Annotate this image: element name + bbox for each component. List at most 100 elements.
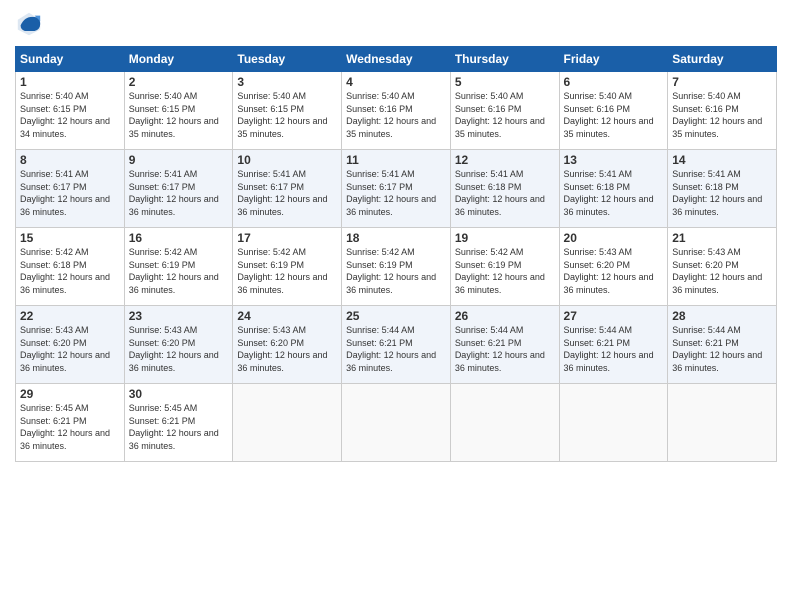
calendar-header-row: SundayMondayTuesdayWednesdayThursdayFrid…	[16, 47, 777, 72]
calendar-week-row: 8Sunrise: 5:41 AMSunset: 6:17 PMDaylight…	[16, 150, 777, 228]
day-number: 13	[564, 153, 664, 167]
day-info: Sunrise: 5:40 AMSunset: 6:15 PMDaylight:…	[129, 90, 229, 140]
calendar-cell: 11Sunrise: 5:41 AMSunset: 6:17 PMDayligh…	[342, 150, 451, 228]
calendar-cell: 12Sunrise: 5:41 AMSunset: 6:18 PMDayligh…	[450, 150, 559, 228]
day-info: Sunrise: 5:41 AMSunset: 6:17 PMDaylight:…	[20, 168, 120, 218]
logo	[15, 10, 47, 38]
header	[15, 10, 777, 38]
calendar-cell: 4Sunrise: 5:40 AMSunset: 6:16 PMDaylight…	[342, 72, 451, 150]
calendar-cell: 5Sunrise: 5:40 AMSunset: 6:16 PMDaylight…	[450, 72, 559, 150]
day-number: 14	[672, 153, 772, 167]
day-number: 27	[564, 309, 664, 323]
day-info: Sunrise: 5:42 AMSunset: 6:19 PMDaylight:…	[237, 246, 337, 296]
calendar-cell: 30Sunrise: 5:45 AMSunset: 6:21 PMDayligh…	[124, 384, 233, 462]
day-info: Sunrise: 5:41 AMSunset: 6:18 PMDaylight:…	[672, 168, 772, 218]
day-number: 3	[237, 75, 337, 89]
day-number: 8	[20, 153, 120, 167]
day-info: Sunrise: 5:40 AMSunset: 6:16 PMDaylight:…	[346, 90, 446, 140]
day-number: 20	[564, 231, 664, 245]
day-info: Sunrise: 5:40 AMSunset: 6:15 PMDaylight:…	[20, 90, 120, 140]
day-info: Sunrise: 5:42 AMSunset: 6:19 PMDaylight:…	[455, 246, 555, 296]
day-info: Sunrise: 5:43 AMSunset: 6:20 PMDaylight:…	[129, 324, 229, 374]
calendar-cell	[559, 384, 668, 462]
day-number: 16	[129, 231, 229, 245]
calendar-cell: 9Sunrise: 5:41 AMSunset: 6:17 PMDaylight…	[124, 150, 233, 228]
day-number: 4	[346, 75, 446, 89]
calendar-cell: 3Sunrise: 5:40 AMSunset: 6:15 PMDaylight…	[233, 72, 342, 150]
page: SundayMondayTuesdayWednesdayThursdayFrid…	[0, 0, 792, 612]
day-info: Sunrise: 5:44 AMSunset: 6:21 PMDaylight:…	[455, 324, 555, 374]
day-info: Sunrise: 5:40 AMSunset: 6:15 PMDaylight:…	[237, 90, 337, 140]
day-info: Sunrise: 5:41 AMSunset: 6:18 PMDaylight:…	[455, 168, 555, 218]
day-info: Sunrise: 5:42 AMSunset: 6:18 PMDaylight:…	[20, 246, 120, 296]
day-info: Sunrise: 5:44 AMSunset: 6:21 PMDaylight:…	[346, 324, 446, 374]
day-number: 12	[455, 153, 555, 167]
day-number: 24	[237, 309, 337, 323]
calendar-cell: 6Sunrise: 5:40 AMSunset: 6:16 PMDaylight…	[559, 72, 668, 150]
day-info: Sunrise: 5:44 AMSunset: 6:21 PMDaylight:…	[564, 324, 664, 374]
day-info: Sunrise: 5:40 AMSunset: 6:16 PMDaylight:…	[564, 90, 664, 140]
logo-icon	[15, 10, 43, 38]
day-info: Sunrise: 5:40 AMSunset: 6:16 PMDaylight:…	[455, 90, 555, 140]
calendar-cell: 1Sunrise: 5:40 AMSunset: 6:15 PMDaylight…	[16, 72, 125, 150]
calendar-cell: 27Sunrise: 5:44 AMSunset: 6:21 PMDayligh…	[559, 306, 668, 384]
day-number: 21	[672, 231, 772, 245]
calendar-cell: 13Sunrise: 5:41 AMSunset: 6:18 PMDayligh…	[559, 150, 668, 228]
col-header-friday: Friday	[559, 47, 668, 72]
calendar-cell	[668, 384, 777, 462]
calendar-cell: 10Sunrise: 5:41 AMSunset: 6:17 PMDayligh…	[233, 150, 342, 228]
calendar-week-row: 29 Sunrise: 5:45 AMSunset: 6:21 PMDayligh…	[16, 384, 777, 462]
col-header-monday: Monday	[124, 47, 233, 72]
calendar-cell: 7Sunrise: 5:40 AMSunset: 6:16 PMDaylight…	[668, 72, 777, 150]
day-number: 22	[20, 309, 120, 323]
col-header-saturday: Saturday	[668, 47, 777, 72]
calendar-cell	[450, 384, 559, 462]
calendar-week-row: 1Sunrise: 5:40 AMSunset: 6:15 PMDaylight…	[16, 72, 777, 150]
calendar-cell	[233, 384, 342, 462]
calendar-cell: 25Sunrise: 5:44 AMSunset: 6:21 PMDayligh…	[342, 306, 451, 384]
day-number: 19	[455, 231, 555, 245]
day-number: 17	[237, 231, 337, 245]
day-number: 10	[237, 153, 337, 167]
calendar-cell: 21Sunrise: 5:43 AMSunset: 6:20 PMDayligh…	[668, 228, 777, 306]
day-number: 2	[129, 75, 229, 89]
calendar-cell: 29Sunrise: 5:45 AMSunset: 6:21 PMDayligh…	[16, 384, 125, 462]
day-info: Sunrise: 5:43 AMSunset: 6:20 PMDaylight:…	[20, 324, 120, 374]
calendar-cell: 19Sunrise: 5:42 AMSunset: 6:19 PMDayligh…	[450, 228, 559, 306]
day-number: 23	[129, 309, 229, 323]
day-info: Sunrise: 5:45 AMSunset: 6:21 PMDaylight:…	[129, 402, 229, 452]
day-number: 29	[20, 387, 120, 401]
calendar-cell: 17Sunrise: 5:42 AMSunset: 6:19 PMDayligh…	[233, 228, 342, 306]
col-header-thursday: Thursday	[450, 47, 559, 72]
day-number: 6	[564, 75, 664, 89]
day-number: 7	[672, 75, 772, 89]
calendar-cell: 23Sunrise: 5:43 AMSunset: 6:20 PMDayligh…	[124, 306, 233, 384]
day-number: 26	[455, 309, 555, 323]
day-info: Sunrise: 5:41 AMSunset: 6:17 PMDaylight:…	[237, 168, 337, 218]
calendar-cell: 26Sunrise: 5:44 AMSunset: 6:21 PMDayligh…	[450, 306, 559, 384]
calendar-cell: 15Sunrise: 5:42 AMSunset: 6:18 PMDayligh…	[16, 228, 125, 306]
day-info: Sunrise: 5:44 AMSunset: 6:21 PMDaylight:…	[672, 324, 772, 374]
calendar-cell: 18Sunrise: 5:42 AMSunset: 6:19 PMDayligh…	[342, 228, 451, 306]
day-number: 28	[672, 309, 772, 323]
day-info: Sunrise: 5:41 AMSunset: 6:18 PMDaylight:…	[564, 168, 664, 218]
calendar-table: SundayMondayTuesdayWednesdayThursdayFrid…	[15, 46, 777, 462]
day-info: Sunrise: 5:43 AMSunset: 6:20 PMDaylight:…	[237, 324, 337, 374]
col-header-wednesday: Wednesday	[342, 47, 451, 72]
calendar-week-row: 15Sunrise: 5:42 AMSunset: 6:18 PMDayligh…	[16, 228, 777, 306]
day-number: 25	[346, 309, 446, 323]
day-info: Sunrise: 5:42 AMSunset: 6:19 PMDaylight:…	[129, 246, 229, 296]
day-number: 15	[20, 231, 120, 245]
day-number: 1	[20, 75, 120, 89]
calendar-cell: 2Sunrise: 5:40 AMSunset: 6:15 PMDaylight…	[124, 72, 233, 150]
calendar-cell: 24Sunrise: 5:43 AMSunset: 6:20 PMDayligh…	[233, 306, 342, 384]
day-number: 9	[129, 153, 229, 167]
calendar-cell: 20Sunrise: 5:43 AMSunset: 6:20 PMDayligh…	[559, 228, 668, 306]
calendar-cell: 16Sunrise: 5:42 AMSunset: 6:19 PMDayligh…	[124, 228, 233, 306]
day-info: Sunrise: 5:43 AMSunset: 6:20 PMDaylight:…	[672, 246, 772, 296]
day-number: 11	[346, 153, 446, 167]
calendar-week-row: 22Sunrise: 5:43 AMSunset: 6:20 PMDayligh…	[16, 306, 777, 384]
day-info: Sunrise: 5:41 AMSunset: 6:17 PMDaylight:…	[129, 168, 229, 218]
col-header-tuesday: Tuesday	[233, 47, 342, 72]
calendar-cell: 28Sunrise: 5:44 AMSunset: 6:21 PMDayligh…	[668, 306, 777, 384]
